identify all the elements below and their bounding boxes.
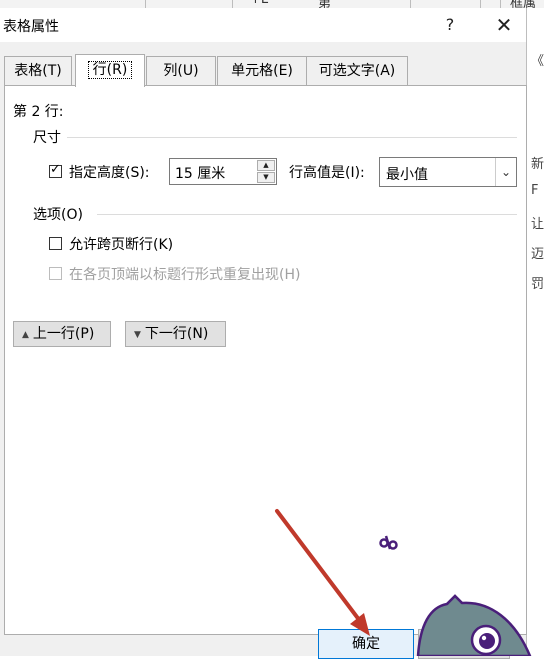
group-divider bbox=[97, 214, 517, 215]
row-height-is-select[interactable]: 最小值 ⌄ bbox=[379, 157, 517, 187]
spin-down-icon[interactable]: ▼ bbox=[257, 172, 275, 183]
repeat-header-label: 在各页顶端以标题行形式重复出现(H) bbox=[69, 267, 301, 283]
specify-height-checkbox[interactable] bbox=[49, 162, 62, 178]
tab-table[interactable]: 表格(T) bbox=[4, 56, 72, 85]
spin-arrows: ▲ ▼ bbox=[257, 160, 275, 183]
tab-label: 表格(T) bbox=[14, 63, 62, 79]
repeat-header-checkbox bbox=[49, 267, 62, 280]
spin-up-icon[interactable]: ▲ bbox=[257, 160, 275, 171]
tab-alt-text[interactable]: 可选文字(A) bbox=[306, 56, 408, 85]
bg-text: 新 bbox=[531, 157, 544, 172]
row-height-value: 15 厘米 bbox=[175, 166, 226, 182]
bg-text: 罚 bbox=[531, 277, 544, 292]
bg-divider bbox=[500, 0, 501, 8]
allow-row-break-label: 允许跨页断行(K) bbox=[69, 237, 174, 253]
tab-column[interactable]: 列(U) bbox=[146, 56, 216, 85]
bg-text: 《 bbox=[531, 54, 544, 69]
background-document-text: 《 新 F 让 迈 罚 bbox=[526, 8, 544, 656]
current-row-label: 第 2 行: bbox=[13, 104, 64, 120]
options-group-title: 选项(O) bbox=[33, 207, 83, 223]
bg-divider bbox=[480, 0, 481, 8]
ok-button[interactable]: 确定 bbox=[318, 629, 414, 659]
bg-text: F bbox=[531, 183, 539, 198]
button-label: 上一行(P) bbox=[32, 326, 95, 342]
bg-fragment: +L bbox=[250, 0, 268, 7]
dialog-titlebar: 表格属性 ? ✕ bbox=[0, 8, 526, 42]
bg-text: 让 bbox=[531, 217, 544, 232]
triangle-down-icon: ▼ bbox=[134, 330, 141, 340]
tab-label: 行(R) bbox=[87, 61, 133, 79]
cancel-button[interactable] bbox=[418, 629, 510, 659]
bg-divider bbox=[145, 0, 146, 8]
row-tab-panel: 第 2 行: 尺寸 指定高度(S): 15 厘米 ▲ ▼ 行高值是(I): 最小… bbox=[4, 85, 527, 635]
table-properties-dialog: 表格属性 ? ✕ 表格(T) 行(R) 列(U) 单元格(E) 可选文字(A) … bbox=[0, 8, 527, 656]
previous-row-button[interactable]: ▲ 上一行(P) bbox=[13, 321, 111, 347]
allow-row-break-checkbox[interactable] bbox=[49, 237, 62, 250]
help-button[interactable]: ? bbox=[430, 11, 470, 39]
triangle-up-icon: ▲ bbox=[22, 330, 29, 340]
bg-text: 迈 bbox=[531, 247, 544, 262]
tab-label: 列(U) bbox=[163, 63, 199, 79]
group-divider bbox=[67, 137, 517, 138]
tab-label: 单元格(E) bbox=[231, 63, 293, 79]
button-label: 下一行(N) bbox=[144, 326, 209, 342]
dialog-title: 表格属性 bbox=[3, 19, 59, 35]
tab-label: 可选文字(A) bbox=[318, 63, 396, 79]
chevron-down-icon: ⌄ bbox=[495, 158, 516, 186]
size-group-title: 尺寸 bbox=[33, 130, 61, 146]
bg-divider bbox=[232, 0, 233, 8]
tab-cell[interactable]: 单元格(E) bbox=[217, 56, 307, 85]
bg-divider bbox=[410, 0, 411, 8]
close-button[interactable]: ✕ bbox=[484, 11, 524, 39]
row-height-is-value: 最小值 bbox=[386, 167, 428, 183]
tab-row[interactable]: 行(R) bbox=[75, 54, 145, 87]
specify-height-label: 指定高度(S): bbox=[69, 165, 150, 181]
next-row-button[interactable]: ▼ 下一行(N) bbox=[125, 321, 226, 347]
row-height-spinbox[interactable]: 15 厘米 ▲ ▼ bbox=[169, 158, 277, 185]
row-height-is-label: 行高值是(I): bbox=[289, 165, 365, 181]
